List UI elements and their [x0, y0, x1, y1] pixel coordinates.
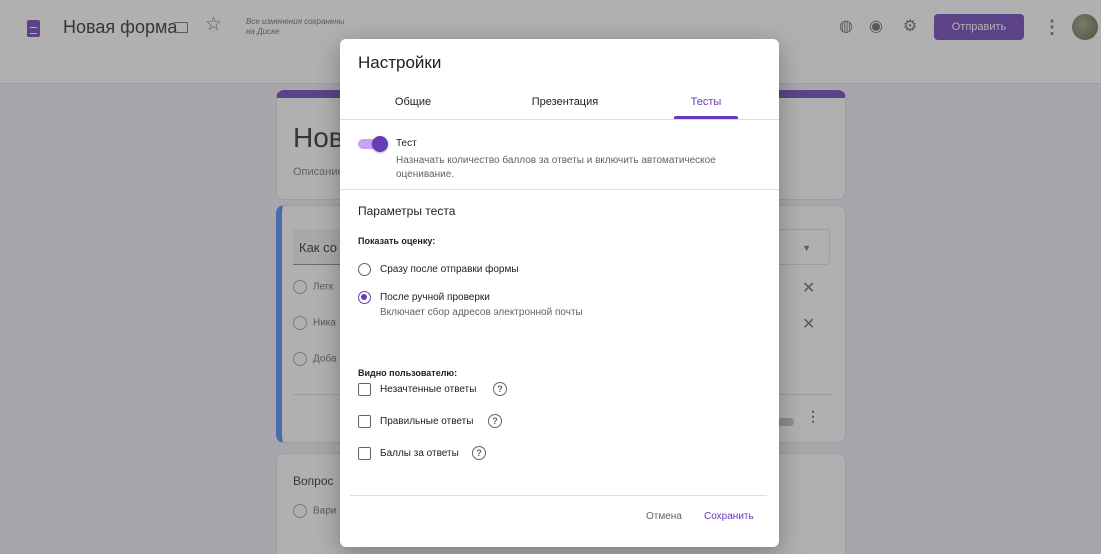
divider — [340, 189, 779, 190]
checkbox-missed-answers[interactable] — [358, 383, 371, 396]
toggle-knob — [372, 136, 388, 152]
tab-tests[interactable]: Тесты — [674, 96, 738, 118]
checkbox-correct-answers-label[interactable]: Правильные ответы — [380, 416, 473, 427]
settings-dialog: Настройки Общие Презентация Тесты Тест Н… — [340, 39, 779, 547]
tab-general[interactable]: Общие — [368, 96, 458, 118]
tab-presentation[interactable]: Презентация — [510, 96, 620, 118]
radio-immediately[interactable] — [358, 263, 371, 276]
dialog-title: Настройки — [358, 53, 442, 72]
quiz-toggle-label: Тест — [396, 138, 417, 149]
help-icon[interactable]: ? — [493, 382, 507, 396]
checkbox-missed-answers-label[interactable]: Незачтенные ответы — [380, 384, 476, 395]
radio-manual-review-hint: Включает сбор адресов электронной почты — [380, 307, 583, 318]
radio-manual-review[interactable] — [358, 291, 371, 304]
help-icon[interactable]: ? — [472, 446, 486, 460]
radio-immediately-label[interactable]: Сразу после отправки формы — [380, 264, 519, 275]
quiz-toggle-description: Назначать количество баллов за ответы и … — [396, 155, 716, 180]
checkbox-point-values-label[interactable]: Баллы за ответы — [380, 448, 459, 459]
divider — [340, 119, 779, 120]
cancel-button[interactable]: Отмена — [646, 511, 682, 522]
show-grade-label: Показать оценку: — [358, 236, 436, 246]
help-icon[interactable]: ? — [488, 414, 502, 428]
quiz-toggle[interactable] — [358, 136, 388, 152]
checkbox-correct-answers[interactable] — [358, 415, 371, 428]
divider — [350, 495, 767, 496]
save-button[interactable]: Сохранить — [704, 511, 754, 522]
section-title: Параметры теста — [358, 204, 456, 218]
checkbox-point-values[interactable] — [358, 447, 371, 460]
visible-to-user-label: Видно пользователю: — [358, 368, 458, 378]
radio-manual-review-label[interactable]: После ручной проверки — [380, 292, 490, 303]
